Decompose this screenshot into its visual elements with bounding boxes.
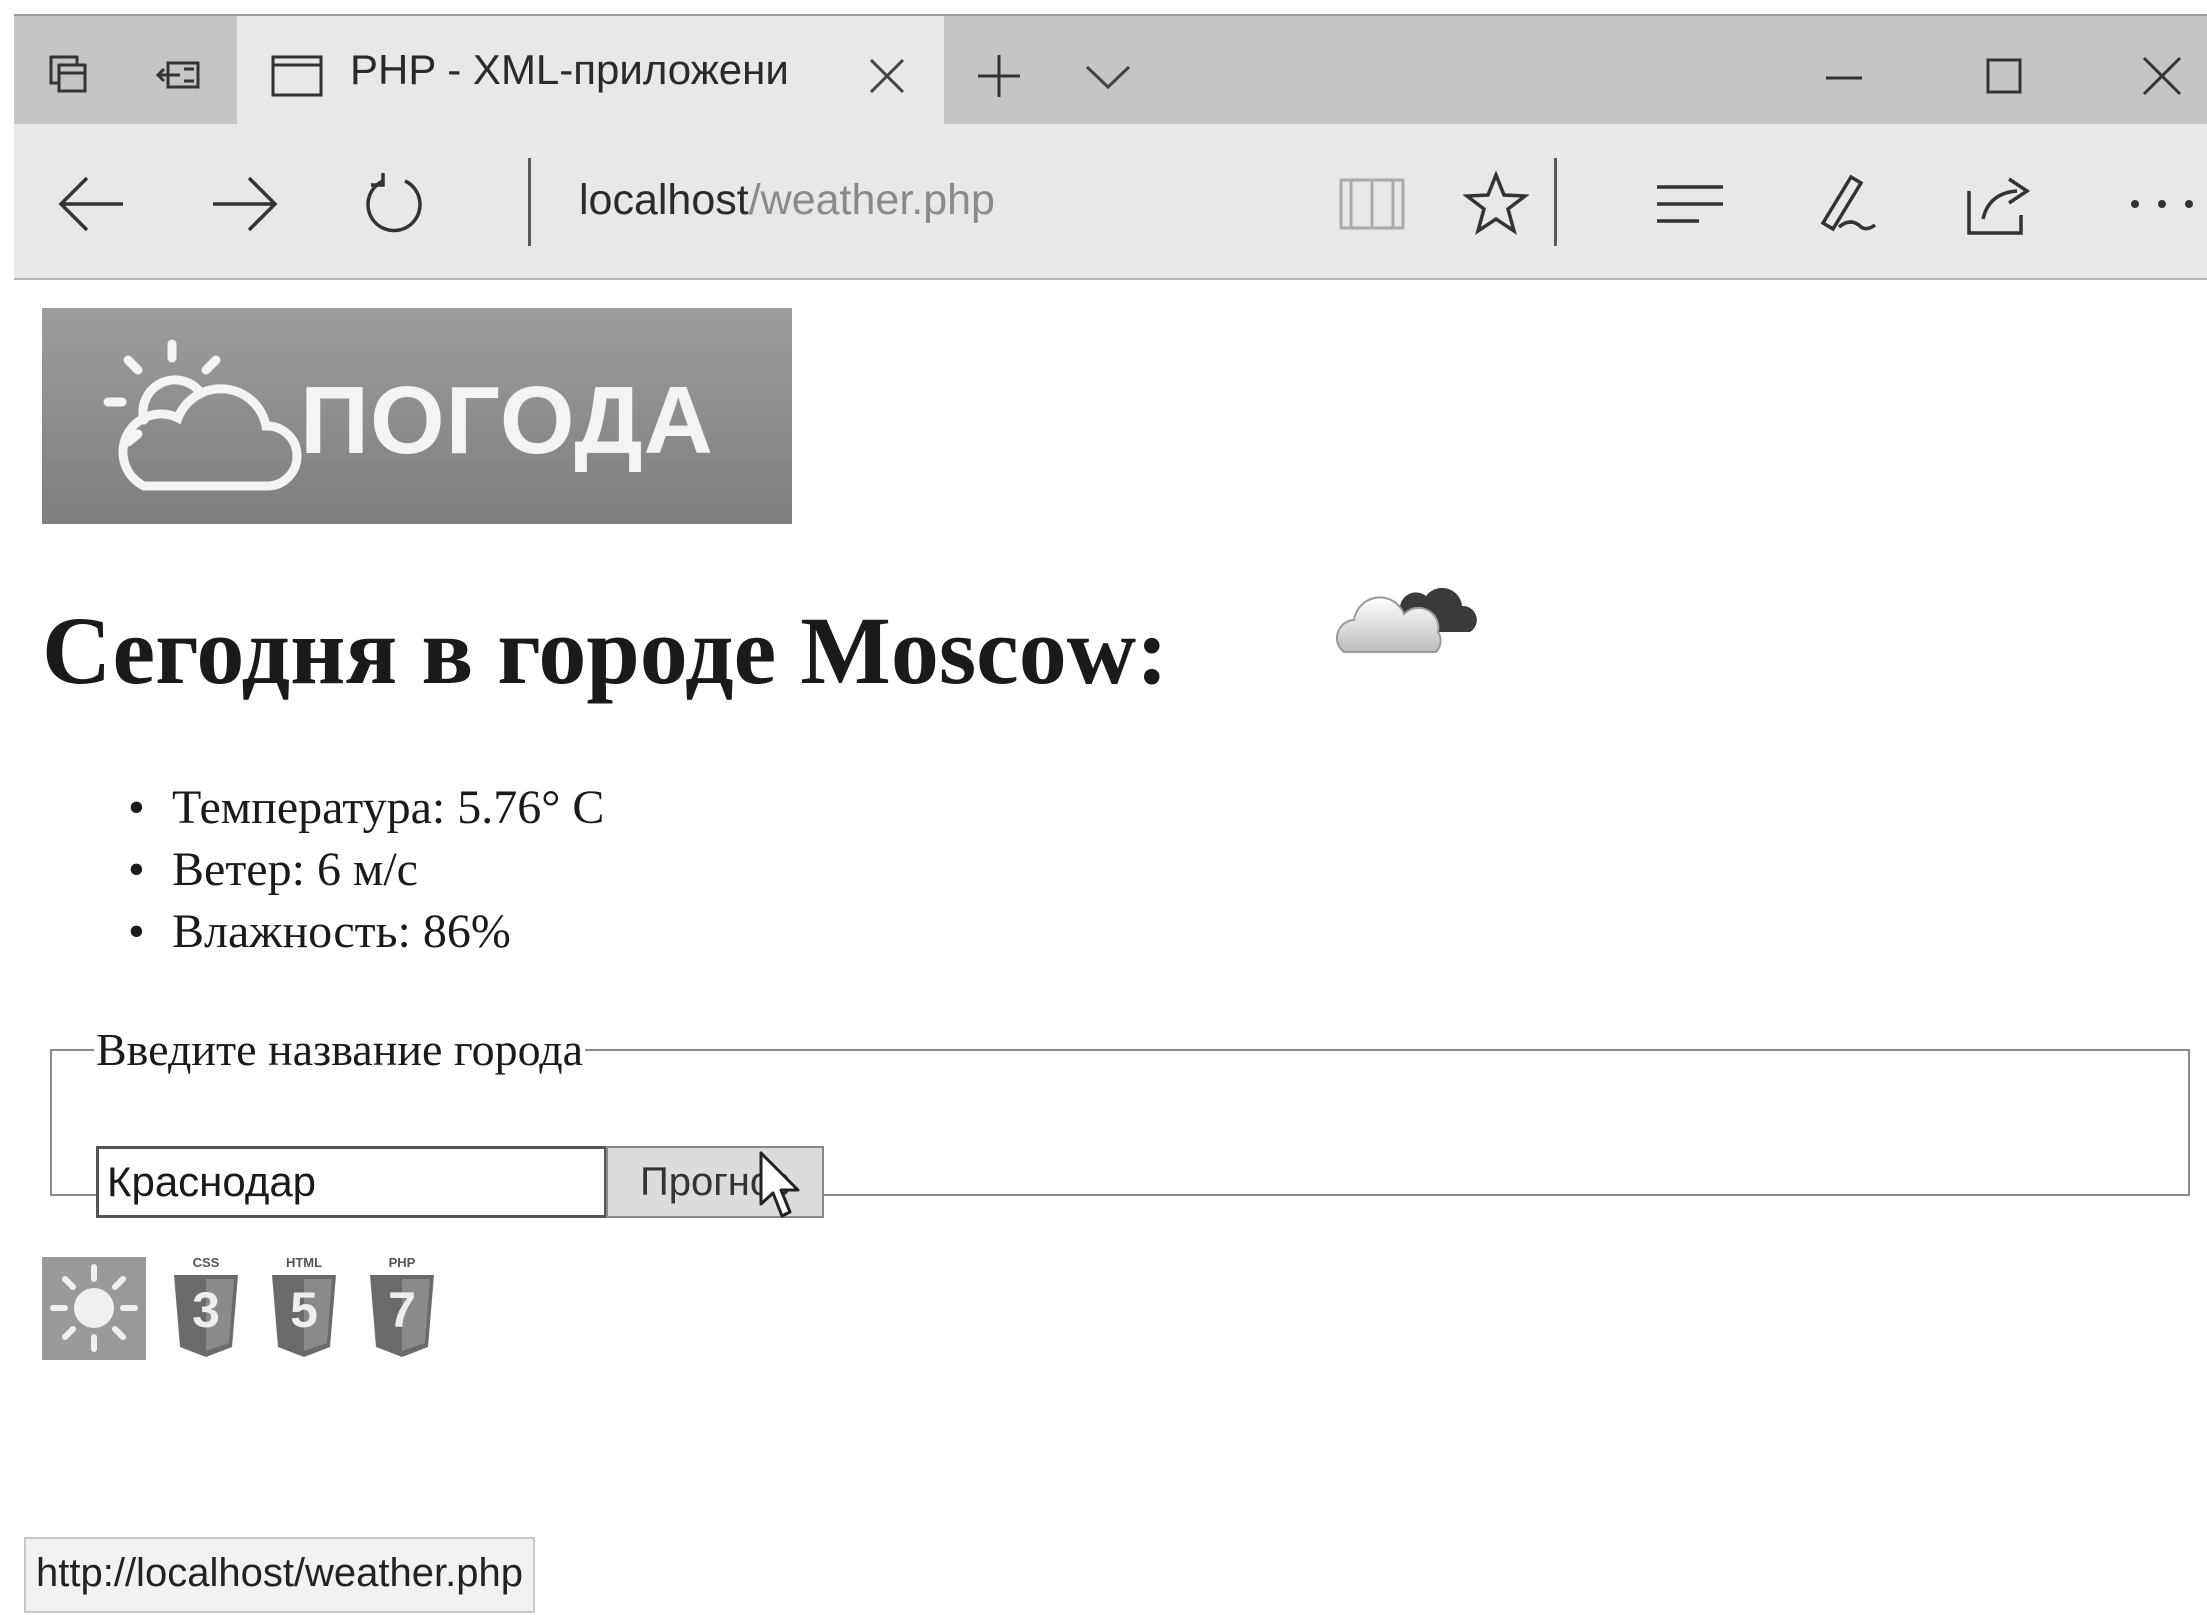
stat-temperature-text: Температура: 5.76° C	[172, 781, 605, 834]
set-tabs-aside-icon[interactable]	[149, 46, 209, 106]
sun-badge-icon	[42, 1257, 146, 1360]
css3-badge-label: CSS	[192, 1255, 220, 1270]
hub-menu-icon[interactable]	[1652, 166, 1728, 242]
weather-banner: ПОГОДА	[42, 308, 792, 524]
maximize-icon[interactable]	[1974, 46, 2034, 106]
address-path: /weather.php	[748, 176, 995, 224]
stat-wind: • Ветер: 6 м/с	[128, 843, 418, 896]
new-tab-icon[interactable]	[969, 46, 1029, 106]
stat-temperature: • Температура: 5.76° C	[128, 781, 605, 834]
close-window-icon[interactable]	[2132, 46, 2192, 106]
active-tab[interactable]: PHP - XML-приложени	[237, 16, 944, 126]
mouse-cursor-icon	[759, 1151, 800, 1218]
page-heading: Сегодня в городе Moscow:	[42, 597, 1169, 704]
toolbar-divider	[1554, 158, 1557, 246]
close-tab-icon[interactable]	[857, 46, 917, 106]
html5-badge-label: HTML	[285, 1255, 323, 1270]
city-input[interactable]	[96, 1146, 606, 1218]
refresh-icon[interactable]	[356, 166, 432, 242]
tab-preview-chevron-down-icon[interactable]	[1078, 46, 1138, 106]
html5-badge-glyph: 5	[290, 1282, 318, 1338]
stat-wind-text: Ветер: 6 м/с	[172, 843, 418, 896]
city-search-form: Введите название города Прогноз	[50, 1023, 2190, 1218]
address-bar[interactable]: localhost/weather.php	[579, 176, 995, 225]
php7-badge-glyph: 7	[388, 1282, 416, 1338]
browser-navbar: localhost/weather.php	[14, 124, 2207, 280]
back-arrow-icon[interactable]	[54, 166, 130, 242]
banner-title: ПОГОДА	[300, 367, 714, 474]
sun-cloud-icon	[103, 339, 302, 491]
status-bar-url: http://localhost/weather.php	[24, 1537, 535, 1613]
css3-badge-glyph: 3	[192, 1282, 220, 1338]
stat-humidity: • Влажность: 86%	[128, 905, 511, 958]
forward-arrow-icon[interactable]	[206, 166, 282, 242]
cloudy-weather-icon	[1335, 587, 1477, 653]
php7-badge-label: PHP	[388, 1255, 416, 1270]
weather-stats-list: • Температура: 5.76° C • Ветер: 6 м/с • Вла…	[120, 780, 604, 966]
address-host: localhost	[579, 176, 749, 224]
browser-titlebar: PHP - XML-приложени	[14, 14, 2207, 126]
form-legend: Введите название города	[96, 1024, 584, 1075]
minimize-icon[interactable]	[1814, 46, 1874, 106]
web-note-pen-icon[interactable]	[1806, 166, 1882, 242]
address-divider	[528, 158, 531, 246]
tab-stack-icon[interactable]	[40, 46, 100, 106]
favorite-star-icon[interactable]	[1458, 166, 1534, 242]
stat-humidity-text: Влажность: 86%	[172, 905, 511, 958]
reading-view-icon[interactable]	[1334, 166, 1410, 242]
more-options-icon[interactable]	[2124, 166, 2200, 242]
page-icon	[267, 46, 327, 106]
tab-title: PHP - XML-приложени	[350, 46, 789, 93]
share-icon[interactable]	[1962, 166, 2038, 242]
